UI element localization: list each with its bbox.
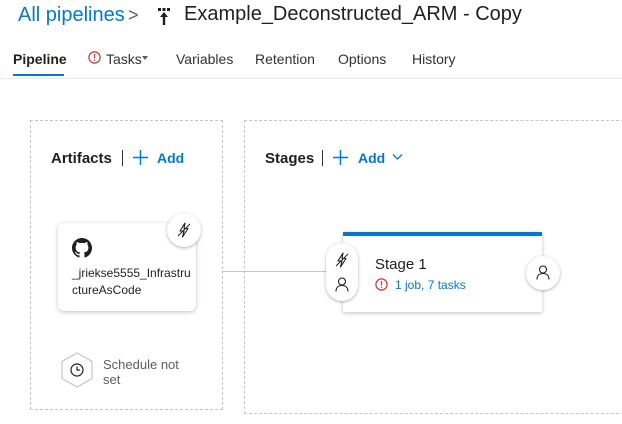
chevron-down-icon[interactable]: [142, 56, 148, 61]
tab-options[interactable]: Options: [338, 51, 386, 67]
person-icon[interactable]: [335, 277, 349, 292]
artifact-name[interactable]: _jriekse5555_InfrastructureAsCode: [72, 265, 194, 299]
warning-icon: [88, 51, 101, 64]
artifacts-separator: [122, 150, 123, 166]
schedule-label[interactable]: Schedule not set: [103, 357, 183, 387]
add-stage-plus-icon[interactable]: [333, 150, 348, 165]
stage-name[interactable]: Stage 1: [375, 256, 427, 273]
breadcrumb-all-pipelines[interactable]: All pipelines: [18, 4, 125, 27]
tab-variables[interactable]: Variables: [176, 51, 233, 67]
artifacts-title: Artifacts: [51, 150, 112, 167]
schedule-button[interactable]: [60, 352, 94, 388]
pipeline-icon: [158, 8, 170, 25]
add-artifact-button[interactable]: Add: [157, 150, 184, 166]
tabs-divider: [0, 78, 622, 79]
tab-tasks[interactable]: Tasks: [106, 51, 142, 67]
breadcrumb-chevron-icon: >: [128, 5, 139, 25]
tab-retention[interactable]: Retention: [255, 51, 315, 67]
add-artifact-plus-icon[interactable]: [133, 150, 148, 165]
github-icon: [72, 238, 92, 258]
stage-job-summary-link[interactable]: 1 job, 7 tasks: [395, 278, 466, 292]
person-icon: [536, 265, 550, 280]
stage-card[interactable]: [343, 232, 542, 312]
artifact-trigger-button[interactable]: [167, 213, 201, 247]
lightning-icon: [177, 222, 191, 238]
stages-separator: [322, 150, 323, 166]
active-tab-indicator: [13, 74, 64, 76]
tab-history[interactable]: History: [412, 51, 456, 67]
page-title: Example_Deconstructed_ARM - Copy: [184, 3, 522, 25]
warning-icon: [375, 278, 388, 291]
tab-pipeline[interactable]: Pipeline: [13, 51, 67, 67]
stages-title: Stages: [265, 150, 315, 167]
stage-post-deployment-conditions[interactable]: [526, 256, 560, 290]
lightning-icon[interactable]: [335, 252, 349, 268]
chevron-down-icon[interactable]: [392, 153, 403, 161]
add-stage-button[interactable]: Add: [358, 150, 385, 166]
stage-pre-deployment-conditions[interactable]: [326, 243, 358, 301]
